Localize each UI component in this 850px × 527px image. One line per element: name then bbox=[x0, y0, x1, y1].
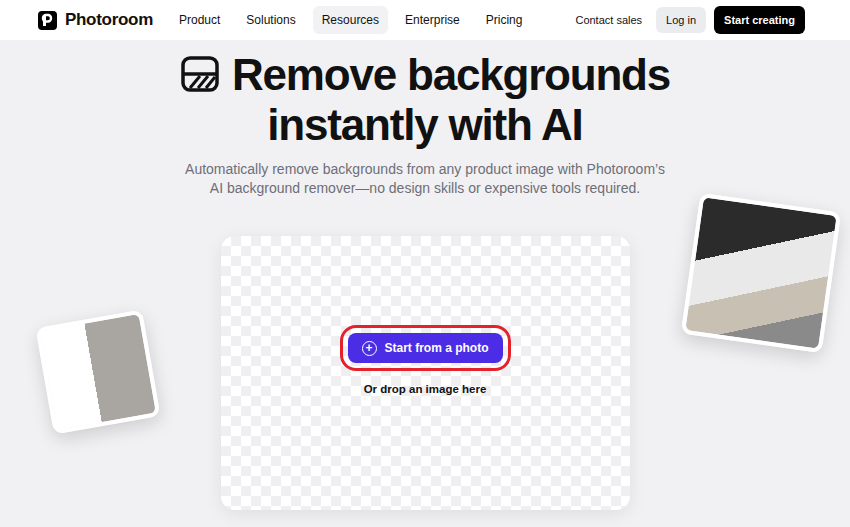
start-from-photo-button[interactable]: + Start from a photo bbox=[348, 333, 503, 363]
subtitle-line: Automatically remove backgrounds from an… bbox=[0, 160, 850, 179]
nav-item[interactable]: Resources bbox=[313, 6, 388, 34]
contact-sales-link[interactable]: Contact sales bbox=[575, 12, 642, 29]
title-text: instantly with AI bbox=[267, 100, 582, 149]
logo-text: Photoroom bbox=[65, 7, 153, 33]
nav-item[interactable]: Solutions bbox=[237, 6, 304, 34]
nav-item[interactable]: Enterprise bbox=[396, 6, 469, 34]
logo[interactable]: Photoroom bbox=[38, 7, 153, 33]
logo-icon bbox=[38, 11, 57, 30]
nav-item[interactable]: Product bbox=[170, 6, 229, 34]
title-line: Remove backgrounds bbox=[0, 50, 850, 100]
start-creating-button[interactable]: Start creating bbox=[714, 6, 805, 35]
hero-subtitle: Automatically remove backgrounds from an… bbox=[0, 160, 850, 198]
nav-menu: Product Solutions Resources Enterprise Prici… bbox=[170, 6, 531, 34]
background-remove-icon bbox=[180, 54, 220, 94]
sneakers-photo bbox=[681, 193, 841, 353]
nav-actions: Contact sales Log in Start creating bbox=[575, 6, 805, 35]
drop-hint: Or drop an image here bbox=[364, 381, 487, 398]
upload-dropzone[interactable]: + Start from a photo Or drop an image here bbox=[221, 236, 630, 510]
earrings-photo bbox=[35, 309, 160, 434]
hero-title: Remove backgroundsinstantly with AI bbox=[0, 50, 850, 150]
top-navbar: Photoroom Product Solutions Resources Enterp… bbox=[0, 0, 850, 40]
button-label: Start from a photo bbox=[385, 339, 489, 357]
plus-icon: + bbox=[362, 341, 377, 356]
title-text: Remove backgrounds bbox=[232, 50, 670, 99]
login-button[interactable]: Log in bbox=[656, 7, 706, 34]
nav-item[interactable]: Pricing bbox=[477, 6, 532, 34]
hero-section: Remove backgroundsinstantly with AI Autom… bbox=[0, 40, 850, 527]
title-line: instantly with AI bbox=[0, 100, 850, 150]
